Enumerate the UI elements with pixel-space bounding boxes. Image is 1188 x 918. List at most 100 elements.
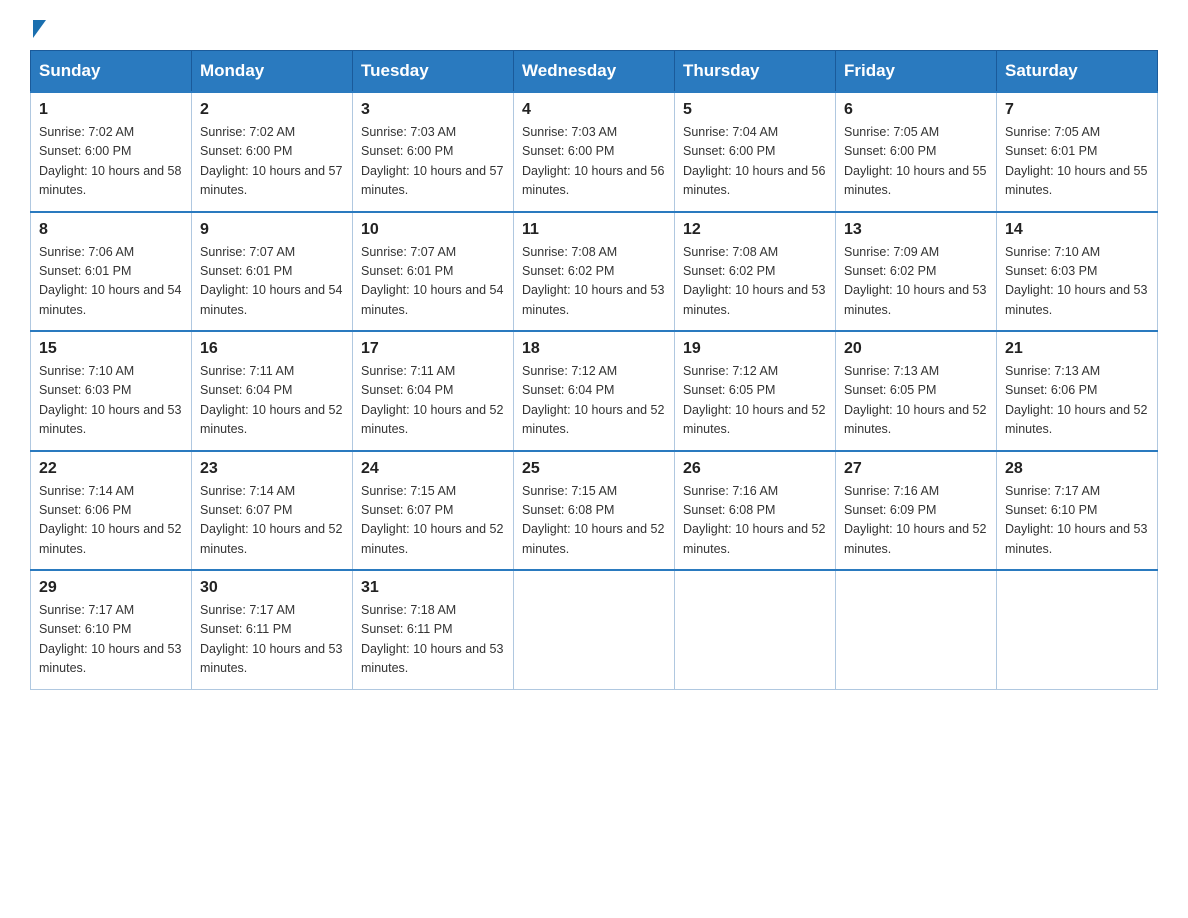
calendar-cell: 22 Sunrise: 7:14 AMSunset: 6:06 PMDayligh… <box>31 451 192 571</box>
cell-sun-info: Sunrise: 7:05 AMSunset: 6:00 PMDaylight:… <box>844 123 988 201</box>
cell-day-number: 17 <box>361 340 505 358</box>
calendar-cell: 29 Sunrise: 7:17 AMSunset: 6:10 PMDayligh… <box>31 570 192 689</box>
calendar-table: SundayMondayTuesdayWednesdayThursdayFrid… <box>30 50 1158 690</box>
calendar-cell: 21 Sunrise: 7:13 AMSunset: 6:06 PMDayligh… <box>997 331 1158 451</box>
cell-sun-info: Sunrise: 7:16 AMSunset: 6:08 PMDaylight:… <box>683 482 827 560</box>
cell-sun-info: Sunrise: 7:07 AMSunset: 6:01 PMDaylight:… <box>361 243 505 321</box>
cell-sun-info: Sunrise: 7:05 AMSunset: 6:01 PMDaylight:… <box>1005 123 1149 201</box>
calendar-cell: 7 Sunrise: 7:05 AMSunset: 6:01 PMDaylight… <box>997 92 1158 212</box>
week-row-3: 15Sunrise: 7:10 AMSunset: 6:03 PMDayligh… <box>31 331 1158 451</box>
calendar-cell: 9 Sunrise: 7:07 AMSunset: 6:01 PMDaylight… <box>192 212 353 332</box>
calendar-cell: 14 Sunrise: 7:10 AMSunset: 6:03 PMDayligh… <box>997 212 1158 332</box>
cell-sun-info: Sunrise: 7:10 AMSunset: 6:03 PMDaylight:… <box>1005 243 1149 321</box>
cell-sun-info: Sunrise: 7:10 AMSunset: 6:03 PMDaylight:… <box>39 362 183 440</box>
cell-day-number: 14 <box>1005 221 1149 239</box>
day-header-wednesday: Wednesday <box>514 51 675 93</box>
calendar-cell: 8 Sunrise: 7:06 AMSunset: 6:01 PMDaylight… <box>31 212 192 332</box>
cell-day-number: 13 <box>844 221 988 239</box>
calendar-cell: 31 Sunrise: 7:18 AMSunset: 6:11 PMDayligh… <box>353 570 514 689</box>
cell-day-number: 7 <box>1005 101 1149 119</box>
cell-day-number: 11 <box>522 221 666 239</box>
calendar-cell: 12 Sunrise: 7:08 AMSunset: 6:02 PMDayligh… <box>675 212 836 332</box>
cell-sun-info: Sunrise: 7:15 AMSunset: 6:07 PMDaylight:… <box>361 482 505 560</box>
calendar-cell: 16 Sunrise: 7:11 AMSunset: 6:04 PMDayligh… <box>192 331 353 451</box>
logo <box>30 20 46 32</box>
calendar-cell: 18 Sunrise: 7:12 AMSunset: 6:04 PMDayligh… <box>514 331 675 451</box>
cell-sun-info: Sunrise: 7:15 AMSunset: 6:08 PMDaylight:… <box>522 482 666 560</box>
calendar-header: SundayMondayTuesdayWednesdayThursdayFrid… <box>31 51 1158 93</box>
cell-sun-info: Sunrise: 7:17 AMSunset: 6:10 PMDaylight:… <box>39 601 183 679</box>
cell-sun-info: Sunrise: 7:16 AMSunset: 6:09 PMDaylight:… <box>844 482 988 560</box>
cell-sun-info: Sunrise: 7:11 AMSunset: 6:04 PMDaylight:… <box>361 362 505 440</box>
cell-sun-info: Sunrise: 7:13 AMSunset: 6:05 PMDaylight:… <box>844 362 988 440</box>
week-row-2: 8 Sunrise: 7:06 AMSunset: 6:01 PMDaylight… <box>31 212 1158 332</box>
calendar-cell <box>514 570 675 689</box>
cell-day-number: 16 <box>200 340 344 358</box>
page-header <box>30 20 1158 32</box>
week-row-4: 22 Sunrise: 7:14 AMSunset: 6:06 PMDayligh… <box>31 451 1158 571</box>
week-row-5: 29 Sunrise: 7:17 AMSunset: 6:10 PMDayligh… <box>31 570 1158 689</box>
cell-sun-info: Sunrise: 7:11 AMSunset: 6:04 PMDaylight:… <box>200 362 344 440</box>
calendar-cell: 1Sunrise: 7:02 AMSunset: 6:00 PMDaylight… <box>31 92 192 212</box>
calendar-cell <box>675 570 836 689</box>
calendar-cell: 28 Sunrise: 7:17 AMSunset: 6:10 PMDayligh… <box>997 451 1158 571</box>
cell-sun-info: Sunrise: 7:13 AMSunset: 6:06 PMDaylight:… <box>1005 362 1149 440</box>
day-header-tuesday: Tuesday <box>353 51 514 93</box>
calendar-cell: 2Sunrise: 7:02 AMSunset: 6:00 PMDaylight… <box>192 92 353 212</box>
cell-sun-info: Sunrise: 7:08 AMSunset: 6:02 PMDaylight:… <box>683 243 827 321</box>
calendar-cell <box>836 570 997 689</box>
cell-day-number: 18 <box>522 340 666 358</box>
cell-sun-info: Sunrise: 7:09 AMSunset: 6:02 PMDaylight:… <box>844 243 988 321</box>
cell-day-number: 4 <box>522 101 666 119</box>
calendar-cell: 13 Sunrise: 7:09 AMSunset: 6:02 PMDayligh… <box>836 212 997 332</box>
cell-day-number: 24 <box>361 460 505 478</box>
cell-day-number: 28 <box>1005 460 1149 478</box>
cell-sun-info: Sunrise: 7:03 AMSunset: 6:00 PMDaylight:… <box>522 123 666 201</box>
cell-sun-info: Sunrise: 7:12 AMSunset: 6:05 PMDaylight:… <box>683 362 827 440</box>
cell-day-number: 25 <box>522 460 666 478</box>
days-of-week-row: SundayMondayTuesdayWednesdayThursdayFrid… <box>31 51 1158 93</box>
calendar-cell: 23Sunrise: 7:14 AMSunset: 6:07 PMDayligh… <box>192 451 353 571</box>
calendar-cell: 26 Sunrise: 7:16 AMSunset: 6:08 PMDayligh… <box>675 451 836 571</box>
day-header-sunday: Sunday <box>31 51 192 93</box>
calendar-cell: 4 Sunrise: 7:03 AMSunset: 6:00 PMDaylight… <box>514 92 675 212</box>
calendar-cell: 3Sunrise: 7:03 AMSunset: 6:00 PMDaylight… <box>353 92 514 212</box>
cell-sun-info: Sunrise: 7:07 AMSunset: 6:01 PMDaylight:… <box>200 243 344 321</box>
day-header-thursday: Thursday <box>675 51 836 93</box>
cell-day-number: 19 <box>683 340 827 358</box>
cell-day-number: 29 <box>39 579 183 597</box>
cell-sun-info: Sunrise: 7:04 AMSunset: 6:00 PMDaylight:… <box>683 123 827 201</box>
calendar-cell: 30 Sunrise: 7:17 AMSunset: 6:11 PMDayligh… <box>192 570 353 689</box>
cell-day-number: 9 <box>200 221 344 239</box>
week-row-1: 1Sunrise: 7:02 AMSunset: 6:00 PMDaylight… <box>31 92 1158 212</box>
cell-day-number: 12 <box>683 221 827 239</box>
calendar-cell: 5 Sunrise: 7:04 AMSunset: 6:00 PMDaylight… <box>675 92 836 212</box>
cell-sun-info: Sunrise: 7:12 AMSunset: 6:04 PMDaylight:… <box>522 362 666 440</box>
cell-day-number: 23 <box>200 460 344 478</box>
calendar-cell: 15Sunrise: 7:10 AMSunset: 6:03 PMDayligh… <box>31 331 192 451</box>
cell-sun-info: Sunrise: 7:14 AMSunset: 6:06 PMDaylight:… <box>39 482 183 560</box>
calendar-cell: 10Sunrise: 7:07 AMSunset: 6:01 PMDayligh… <box>353 212 514 332</box>
logo-triangle-icon <box>33 20 46 38</box>
cell-day-number: 20 <box>844 340 988 358</box>
cell-day-number: 31 <box>361 579 505 597</box>
cell-sun-info: Sunrise: 7:03 AMSunset: 6:00 PMDaylight:… <box>361 123 505 201</box>
calendar-cell: 6 Sunrise: 7:05 AMSunset: 6:00 PMDaylight… <box>836 92 997 212</box>
calendar-cell <box>997 570 1158 689</box>
cell-sun-info: Sunrise: 7:18 AMSunset: 6:11 PMDaylight:… <box>361 601 505 679</box>
cell-day-number: 5 <box>683 101 827 119</box>
calendar-body: 1Sunrise: 7:02 AMSunset: 6:00 PMDaylight… <box>31 92 1158 689</box>
cell-day-number: 21 <box>1005 340 1149 358</box>
cell-sun-info: Sunrise: 7:02 AMSunset: 6:00 PMDaylight:… <box>39 123 183 201</box>
cell-day-number: 6 <box>844 101 988 119</box>
cell-sun-info: Sunrise: 7:17 AMSunset: 6:11 PMDaylight:… <box>200 601 344 679</box>
cell-day-number: 26 <box>683 460 827 478</box>
cell-sun-info: Sunrise: 7:17 AMSunset: 6:10 PMDaylight:… <box>1005 482 1149 560</box>
cell-day-number: 27 <box>844 460 988 478</box>
cell-day-number: 30 <box>200 579 344 597</box>
cell-sun-info: Sunrise: 7:06 AMSunset: 6:01 PMDaylight:… <box>39 243 183 321</box>
day-header-saturday: Saturday <box>997 51 1158 93</box>
cell-day-number: 8 <box>39 221 183 239</box>
cell-day-number: 22 <box>39 460 183 478</box>
calendar-cell: 27 Sunrise: 7:16 AMSunset: 6:09 PMDayligh… <box>836 451 997 571</box>
